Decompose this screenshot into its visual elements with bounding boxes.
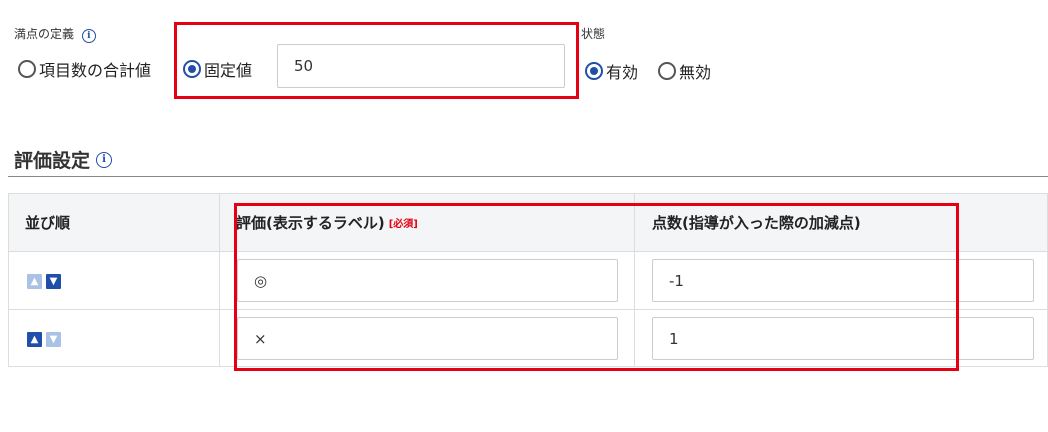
radio-status-disabled-label: 無効 <box>679 63 712 82</box>
radio-status-disabled[interactable]: 無効 <box>658 59 711 83</box>
evaluation-section-heading: 評価設定 i <box>14 146 113 173</box>
info-icon[interactable]: i <box>81 29 96 43</box>
full-score-label: 満点の定義 <box>14 27 75 41</box>
radio-icon[interactable] <box>18 60 36 78</box>
highlight-box-fixed-value <box>174 22 579 99</box>
radio-status-enabled[interactable]: 有効 <box>585 59 638 83</box>
info-icon[interactable]: i <box>96 151 113 168</box>
arrow-down-icon[interactable]: ▼ <box>46 274 61 289</box>
radio-total-items[interactable]: 項目数の合計値 <box>18 57 151 81</box>
column-header-order-text: 並び順 <box>25 214 71 232</box>
table-row-order-controls: ▲ ▼ <box>27 274 61 289</box>
radio-selected-icon[interactable] <box>585 62 603 80</box>
section-divider <box>8 176 1048 177</box>
radio-status-enabled-label: 有効 <box>606 63 639 82</box>
table-row-order-controls: ▲ ▼ <box>27 332 61 347</box>
highlight-box-evaluation-columns <box>234 203 959 371</box>
full-score-label-row: 満点の定義 i <box>14 25 96 43</box>
arrow-down-icon: ▼ <box>46 332 61 347</box>
column-header-order: 並び順 <box>9 194 219 251</box>
arrow-up-icon: ▲ <box>27 274 42 289</box>
section-title: 評価設定 <box>14 150 91 172</box>
radio-icon[interactable] <box>658 62 676 80</box>
arrow-up-icon[interactable]: ▲ <box>27 332 42 347</box>
status-label: 状態 <box>581 27 606 41</box>
column-divider <box>219 194 220 366</box>
radio-total-items-label: 項目数の合計値 <box>39 61 152 80</box>
